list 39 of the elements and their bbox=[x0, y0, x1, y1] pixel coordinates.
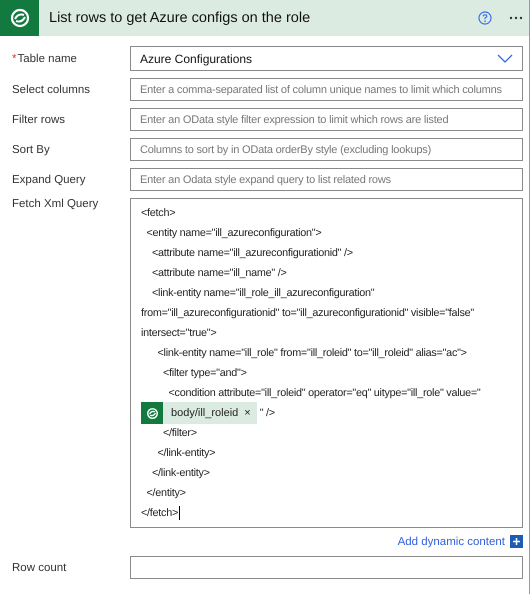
field-label: Expand Query bbox=[12, 174, 87, 186]
code-line: <attribute name="ill_azureconfigurationid" /> bbox=[150, 247, 353, 259]
code-line: <fetch> bbox=[141, 207, 176, 219]
more-options-icon[interactable] bbox=[509, 16, 523, 20]
code-line: intersect="true"> bbox=[141, 327, 216, 339]
fetch-xml-editor[interactable] bbox=[130, 198, 523, 528]
code-line: <attribute name="ill_name" /> bbox=[150, 267, 287, 279]
code-line: </link-entity> bbox=[150, 467, 210, 479]
field-label: Row count bbox=[12, 562, 68, 574]
code-line: <link-entity name="ill_role" from="ill_roleid" to="ill_roleid" alias="ac"> bbox=[156, 347, 467, 359]
table-name-dropdown[interactable]: Azure Configurations bbox=[130, 46, 523, 71]
code-line: </filter> bbox=[162, 427, 197, 439]
code-line: <entity name="ill_azureconfiguration"> bbox=[145, 227, 322, 239]
code-line: <filter type="and"> bbox=[162, 367, 247, 379]
input-field[interactable]: Enter an Odata style expand query to list related rows bbox=[130, 168, 523, 191]
code-line: </fetch> bbox=[141, 507, 178, 519]
plus-icon[interactable] bbox=[510, 535, 523, 548]
input-field[interactable] bbox=[130, 556, 523, 579]
code-line: <link-entity name="ill_role_ill_azureconfiguration" bbox=[150, 287, 374, 299]
field-label: Select columns bbox=[12, 84, 91, 96]
remove-token-button[interactable]: × bbox=[244, 407, 251, 419]
input-field[interactable]: Columns to sort by in OData orderBy style (excluding lookups) bbox=[130, 138, 523, 161]
help-icon[interactable] bbox=[478, 11, 492, 25]
input-field[interactable]: Enter a comma-separated list of column unique names to limit which columns bbox=[130, 78, 523, 101]
code-line: </link-entity> bbox=[156, 447, 216, 459]
dynamic-content-token[interactable]: body/ill_roleid × bbox=[141, 402, 257, 424]
field-label: *Table name bbox=[12, 52, 78, 64]
input-field[interactable]: Enter an OData style filter expression to limit which rows are listed bbox=[130, 108, 523, 131]
field-label: Fetch Xml Query bbox=[12, 198, 100, 210]
card-title: List rows to get Azure configs on the role bbox=[49, 10, 312, 26]
dataverse-icon bbox=[141, 402, 163, 424]
code-line: </entity> bbox=[145, 487, 186, 499]
code-line: from="ill_azureconfigurationid" to="ill_azureconfigurationid" visible="false" bbox=[141, 307, 474, 319]
add-dynamic-content-link[interactable]: Add dynamic content bbox=[398, 536, 505, 548]
chevron-down-icon bbox=[497, 54, 513, 63]
field-label: Sort By bbox=[12, 144, 51, 156]
code-line: <condition attribute="ill_roleid" operator="eq" uitype="ill_role" value=" bbox=[167, 387, 480, 399]
field-label: Filter rows bbox=[12, 114, 66, 126]
code-line: " /> bbox=[260, 407, 275, 419]
